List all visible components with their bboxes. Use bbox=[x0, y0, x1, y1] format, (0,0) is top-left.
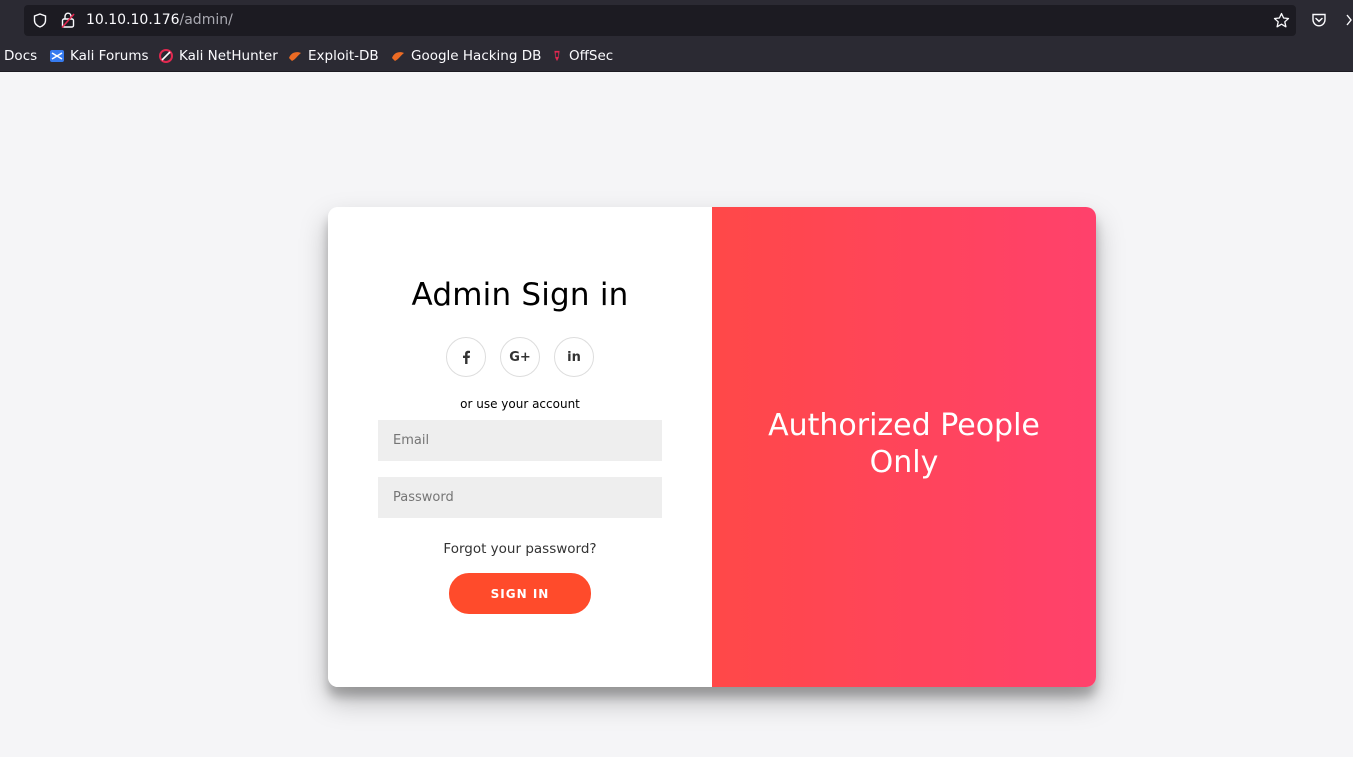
bookmark-kali-nethunter[interactable]: Kali NetHunter bbox=[159, 46, 278, 66]
exploit-db-icon bbox=[289, 52, 301, 61]
linkedin-icon: in bbox=[567, 349, 581, 365]
bookmark-kali-docs[interactable]: i Docs bbox=[0, 46, 37, 66]
lock-insecure-icon[interactable] bbox=[61, 12, 75, 28]
alternate-sign-in-text: or use your account bbox=[460, 397, 580, 411]
password-field[interactable] bbox=[378, 477, 662, 518]
overflow-menu-icon[interactable] bbox=[1344, 12, 1353, 28]
email-field[interactable] bbox=[378, 420, 662, 461]
shield-icon[interactable] bbox=[33, 13, 47, 28]
facebook-icon bbox=[463, 350, 470, 364]
sign-in-panel: Admin Sign in G+ in or use your account … bbox=[328, 207, 712, 687]
bookmark-label: i Docs bbox=[0, 48, 38, 64]
google-plus-icon: G+ bbox=[509, 349, 531, 365]
url-host: 10.10.10.176 bbox=[86, 12, 180, 28]
bookmark-label: Kali NetHunter bbox=[179, 48, 278, 64]
pocket-icon[interactable] bbox=[1311, 12, 1327, 28]
sign-in-button[interactable]: SIGN IN bbox=[449, 573, 591, 614]
overlay-heading-line2: Only bbox=[869, 445, 939, 480]
facebook-button[interactable] bbox=[446, 337, 486, 377]
url-bar[interactable]: 10.10.10.176/admin/ bbox=[24, 5, 1296, 36]
overlay-heading-line1: Authorized People bbox=[768, 408, 1040, 443]
kali-nethunter-icon bbox=[159, 49, 173, 63]
google-hacking-db-icon bbox=[392, 52, 404, 61]
bookmark-kali-forums[interactable]: Kali Forums bbox=[50, 46, 149, 66]
linkedin-button[interactable]: in bbox=[554, 337, 594, 377]
login-card: Admin Sign in G+ in or use your account … bbox=[328, 207, 1096, 687]
bookmark-exploit-db[interactable]: Exploit-DB bbox=[288, 46, 379, 66]
google-plus-button[interactable]: G+ bbox=[500, 337, 540, 377]
bookmark-label: Google Hacking DB bbox=[411, 48, 542, 64]
forgot-password-link[interactable]: Forgot your password? bbox=[328, 541, 712, 557]
bookmark-star-icon[interactable] bbox=[1273, 12, 1290, 29]
kali-forums-icon bbox=[50, 50, 64, 62]
bookmark-label: Kali Forums bbox=[70, 48, 149, 64]
bookmark-google-hacking-db[interactable]: Google Hacking DB bbox=[391, 46, 541, 66]
bookmark-offsec[interactable]: OffSec bbox=[551, 46, 613, 66]
url-text[interactable]: 10.10.10.176/admin/ bbox=[86, 11, 233, 29]
bookmark-label: OffSec bbox=[569, 48, 614, 64]
overlay-heading: Authorized People Only bbox=[742, 407, 1066, 481]
url-path: /admin/ bbox=[179, 12, 233, 28]
bookmark-label: Exploit-DB bbox=[308, 48, 379, 64]
browser-toolbar: 10.10.10.176/admin/ i Docs Kali Forums K… bbox=[0, 0, 1353, 72]
offsec-icon bbox=[554, 50, 560, 62]
overlay-panel: Authorized People Only bbox=[712, 207, 1096, 687]
page-title: Admin Sign in bbox=[411, 277, 629, 313]
bookmarks-toolbar: i Docs Kali Forums Kali NetHunter Exploi… bbox=[0, 44, 1353, 68]
